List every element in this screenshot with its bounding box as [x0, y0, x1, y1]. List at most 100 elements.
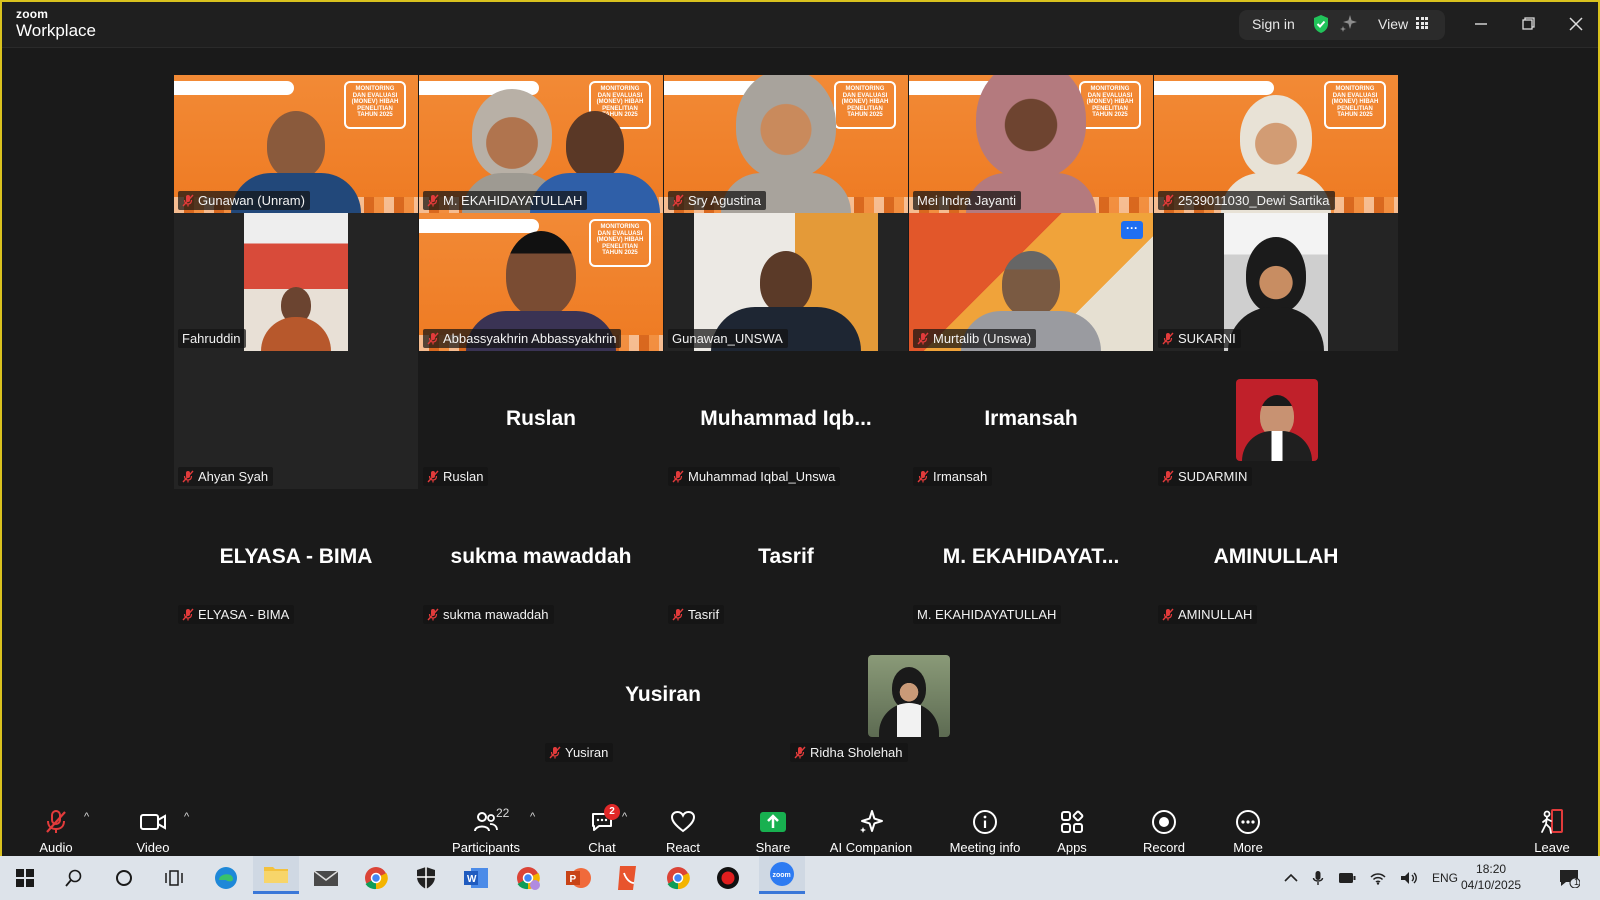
participant-tile-sukarni[interactable]: SUKARNI: [1154, 213, 1398, 351]
audio-options-caret[interactable]: ^: [84, 811, 89, 823]
video-button[interactable]: Video: [130, 799, 176, 858]
edge-browser-icon[interactable]: [210, 862, 242, 894]
mic-muted-icon: [46, 810, 66, 833]
mic-muted-icon: [917, 332, 929, 345]
zoom-taskbar-icon[interactable]: zoom: [759, 856, 805, 894]
participant-name-label: Fahruddin: [178, 329, 246, 348]
cortana-icon[interactable]: [108, 862, 140, 894]
participant-name-label: Ahyan Syah: [178, 467, 274, 486]
meeting-info-button[interactable]: Meeting info: [942, 799, 1028, 858]
participant-tile-yusiran[interactable]: Yusiran Yusiran: [541, 627, 785, 765]
svg-text:W: W: [467, 874, 477, 885]
participant-tile-elyasa[interactable]: ELYASA - BIMA ELYASA - BIMA: [174, 489, 418, 627]
powerpoint-icon[interactable]: P: [562, 862, 594, 894]
chat-options-caret[interactable]: ^: [622, 811, 627, 823]
word-icon[interactable]: W: [460, 862, 492, 894]
info-icon: [973, 810, 997, 834]
mail-icon[interactable]: [310, 862, 342, 894]
participant-tile-sukma[interactable]: sukma mawaddah sukma mawaddah: [419, 489, 663, 627]
participant-tile-ahyan-syah[interactable]: Ahyan Syah: [174, 351, 418, 489]
notification-center-icon[interactable]: 1: [1553, 862, 1585, 894]
screen-recorder-icon[interactable]: [712, 862, 744, 894]
profile-avatar: [1236, 379, 1318, 461]
participant-tile-gunawan-unswa[interactable]: Gunawan_UNSWA: [664, 213, 908, 351]
participant-tile-mei-indra-jayanti[interactable]: MONITORING DAN EVALUASI (MONEV) HIBAH PE…: [909, 75, 1153, 213]
security-shield-taskbar-icon[interactable]: [410, 862, 442, 894]
search-icon[interactable]: [58, 862, 90, 894]
more-options-button[interactable]: ···: [1121, 221, 1143, 239]
participants-button[interactable]: 22 Participants: [448, 799, 524, 858]
chevron-up-icon[interactable]: [1284, 873, 1298, 883]
participant-display-name: AMINULLAH: [1213, 545, 1339, 568]
react-button[interactable]: React: [660, 799, 706, 858]
participant-tile-ruslan[interactable]: Ruslan Ruslan: [419, 351, 663, 489]
more-button[interactable]: More: [1228, 799, 1268, 858]
brand-large: Workplace: [16, 21, 96, 40]
file-explorer-icon[interactable]: [253, 856, 299, 894]
view-grid-icon[interactable]: [1416, 17, 1428, 29]
system-clock[interactable]: 18:20 04/10/2025: [1461, 861, 1521, 893]
microphone-icon[interactable]: [1312, 870, 1324, 886]
mic-muted-icon: [1162, 470, 1174, 483]
participant-name-label: Yusiran: [545, 743, 614, 762]
participant-tile-tasrif[interactable]: Tasrif Tasrif: [664, 489, 908, 627]
close-icon[interactable]: [1563, 12, 1589, 36]
chrome-icon[interactable]: [360, 862, 392, 894]
video-options-caret[interactable]: ^: [184, 811, 189, 823]
chat-button[interactable]: 2 Chat: [580, 799, 624, 858]
leave-button[interactable]: Leave: [1532, 799, 1572, 858]
heart-icon: [670, 810, 696, 833]
participant-tile-abbassyakhrin[interactable]: MONITORING DAN EVALUASI (MONEV) HIBAH PE…: [419, 213, 663, 351]
mic-muted-icon: [917, 470, 929, 483]
ai-sparkle-icon[interactable]: [1340, 14, 1358, 32]
participant-display-name: ELYASA - BIMA: [219, 545, 373, 568]
participant-name-label: sukma mawaddah: [423, 605, 554, 624]
mic-muted-icon: [794, 746, 806, 759]
participant-tile-sudarmin[interactable]: SUDARMIN: [1154, 351, 1398, 489]
participant-tile-irmansah[interactable]: Irmansah Irmansah: [909, 351, 1153, 489]
clock-date: 04/10/2025: [1461, 878, 1522, 892]
participant-tile-muhammad-iqbal[interactable]: Muhammad Iqb... Muhammad Iqbal_Unswa: [664, 351, 908, 489]
participant-tile-ekahidayatullah[interactable]: MONITORING DAN EVALUASI (MONEV) HIBAH PE…: [419, 75, 663, 213]
participant-tile-gunawan-unram[interactable]: MONITORING DAN EVALUASI (MONEV) HIBAH PE…: [174, 75, 418, 213]
participant-name-label: Gunawan (Unram): [178, 191, 310, 210]
participant-tile-dewi-sartika[interactable]: MONITORING DAN EVALUASI (MONEV) HIBAH PE…: [1154, 75, 1398, 213]
sign-in-button[interactable]: Sign in: [1252, 16, 1295, 32]
participant-tile-sry-agustina[interactable]: MONITORING DAN EVALUASI (MONEV) HIBAH PE…: [664, 75, 908, 213]
wifi-icon[interactable]: [1370, 871, 1386, 885]
mic-muted-icon: [427, 332, 439, 345]
participant-display-name: sukma mawaddah: [450, 545, 632, 568]
windows-start-icon[interactable]: [9, 862, 41, 894]
restore-icon[interactable]: [1515, 12, 1541, 36]
audio-button[interactable]: Audio: [36, 799, 76, 858]
clock-time: 18:20: [1476, 862, 1507, 876]
battery-icon[interactable]: [1338, 872, 1356, 884]
participant-tile-fahruddin[interactable]: Fahruddin: [174, 213, 418, 351]
participant-tile-m-ekahidayatullah[interactable]: M. EKAHIDAYAT... M. EKAHIDAYATULLAH: [909, 489, 1153, 627]
ai-sparkle-icon: [860, 810, 883, 833]
video-camera-icon: [140, 814, 166, 830]
share-button[interactable]: Share: [750, 799, 796, 858]
participant-tile-murtalib[interactable]: ··· Murtalib (Unswa): [909, 213, 1153, 351]
minimize-icon[interactable]: [1468, 12, 1494, 36]
ai-companion-button[interactable]: AI Companion: [824, 799, 918, 858]
volume-icon[interactable]: [1400, 871, 1418, 885]
record-button[interactable]: Record: [1138, 799, 1190, 858]
chrome-second-icon[interactable]: [662, 862, 694, 894]
pdf-reader-icon[interactable]: [612, 862, 644, 894]
chrome-profile-icon[interactable]: [512, 862, 544, 894]
apps-button[interactable]: Apps: [1050, 799, 1094, 858]
mic-muted-icon: [427, 608, 439, 621]
participant-tile-ridha[interactable]: Ridha Sholehah: [786, 627, 1030, 765]
mic-muted-icon: [1162, 332, 1174, 345]
task-view-icon[interactable]: [158, 862, 190, 894]
participant-name-label: 2539011030_Dewi Sartika: [1158, 191, 1335, 210]
participants-options-caret[interactable]: ^: [530, 811, 535, 823]
security-shield-icon[interactable]: [1312, 14, 1330, 34]
profile-avatar: [868, 655, 950, 737]
participant-video: [244, 213, 348, 351]
keyboard-language[interactable]: ENG: [1432, 871, 1458, 885]
participant-name-label: SUKARNI: [1158, 329, 1241, 348]
participant-tile-aminullah[interactable]: AMINULLAH AMINULLAH: [1154, 489, 1398, 627]
view-button[interactable]: View: [1378, 16, 1408, 32]
